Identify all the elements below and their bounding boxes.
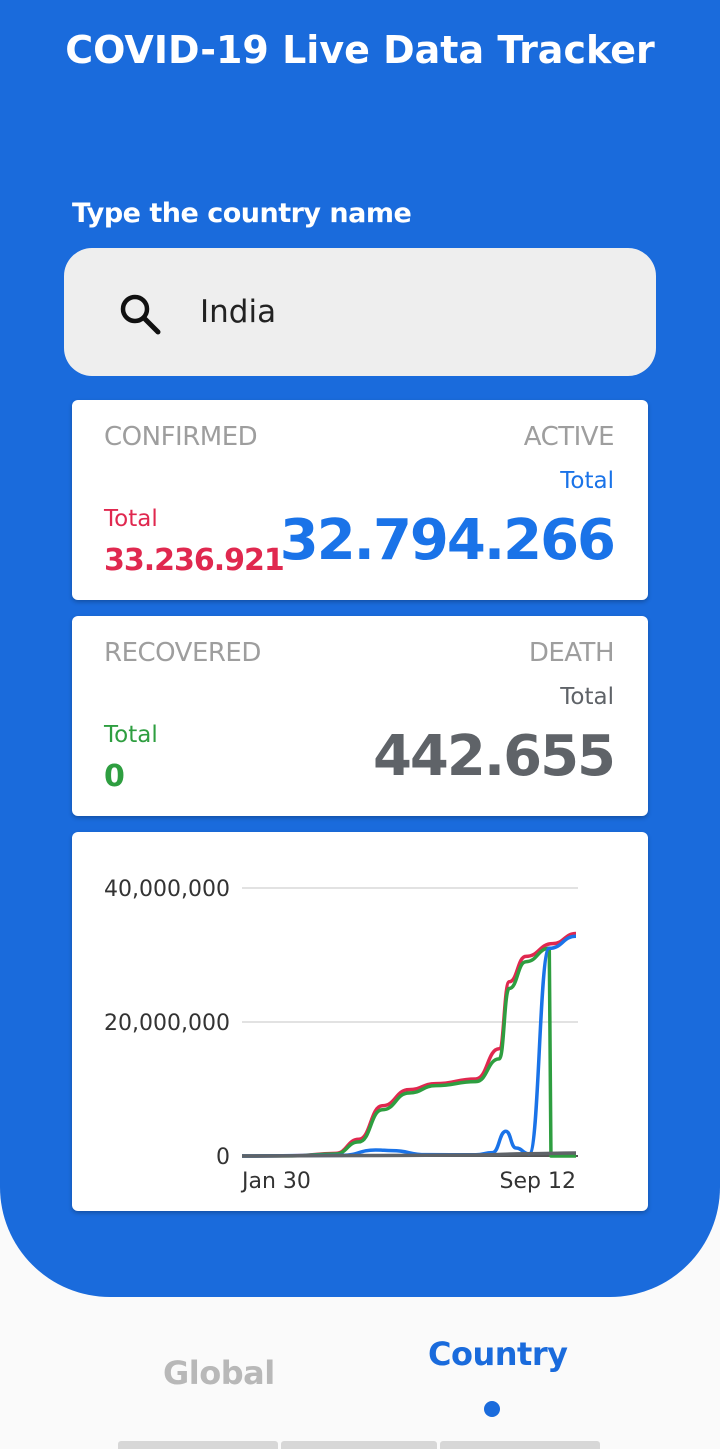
recovered-value: 0 <box>104 759 125 794</box>
death-total-label: Total <box>560 684 614 710</box>
series-line-1 <box>241 946 576 1158</box>
confirmed-active-card: CONFIRMED ACTIVE Total 33.236.921 Total … <box>72 400 648 600</box>
death-heading: DEATH <box>528 638 615 668</box>
y-tick-label: 20,000,000 <box>104 1011 230 1036</box>
y-tick-label: 40,000,000 <box>104 877 230 902</box>
line-chart: 40,000,000 20,000,000 0 Jan 30 Sep 12 <box>104 877 578 1194</box>
x-tick-label: Sep 12 <box>500 1169 576 1194</box>
tab-country[interactable]: Country <box>428 1335 568 1373</box>
confirmed-value: 33.236.921 <box>104 543 285 578</box>
recovered-heading: RECOVERED <box>104 638 261 668</box>
active-value: 32.794.266 <box>279 508 616 573</box>
app-title: COVID-19 Live Data Tracker <box>65 28 655 72</box>
series-line-0 <box>241 931 577 1158</box>
search-label: Type the country name <box>72 198 412 229</box>
death-value: 442.655 <box>372 724 616 789</box>
active-tab-indicator <box>484 1401 500 1417</box>
confirmed-total-label: Total <box>104 506 158 532</box>
search-icon[interactable] <box>118 292 162 336</box>
tab-global[interactable]: Global <box>163 1354 275 1392</box>
active-total-label: Total <box>560 468 614 494</box>
bottom-bar-segment <box>440 1441 600 1449</box>
bottom-bar-segment <box>281 1441 437 1449</box>
search-input[interactable] <box>200 290 600 334</box>
y-tick-label: 0 <box>216 1145 230 1170</box>
recovered-total-label: Total <box>104 722 158 748</box>
confirmed-heading: CONFIRMED <box>104 422 258 452</box>
bottom-bar-segment <box>118 1441 278 1449</box>
active-heading: ACTIVE <box>523 422 615 452</box>
recovered-death-card: RECOVERED DEATH Total 0 Total 442.655 <box>72 616 648 816</box>
series-line-2 <box>241 934 577 1158</box>
chart-card: 40,000,000 20,000,000 0 Jan 30 Sep 12 <box>72 832 648 1211</box>
x-tick-label: Jan 30 <box>240 1169 311 1194</box>
